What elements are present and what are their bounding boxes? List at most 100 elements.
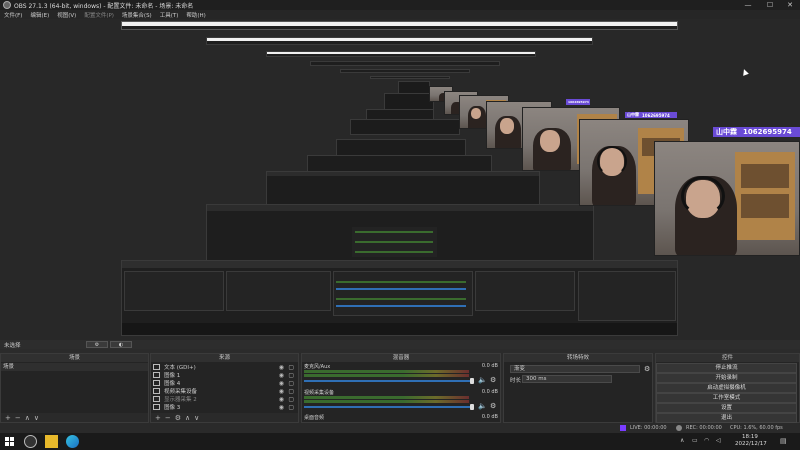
file-explorer-icon[interactable] (45, 435, 58, 448)
edge-browser-icon[interactable] (66, 435, 79, 448)
tray-wifi-icon[interactable]: ◠ (704, 437, 709, 444)
transition-select[interactable]: 渐变 (510, 365, 640, 373)
lock-icon[interactable]: ▢ (288, 364, 294, 371)
overlay-badge-small: 1062695974 (566, 99, 590, 105)
channel-gear-icon[interactable]: ⚙ (490, 402, 496, 410)
exit-button[interactable]: 退出 (656, 413, 797, 423)
lock-icon[interactable]: ▢ (288, 372, 294, 379)
visibility-eye-icon[interactable]: ◉ (279, 388, 284, 395)
source-label: 文本 (GDI+) (164, 365, 196, 371)
tray-chevron-icon[interactable]: ∧ (680, 437, 684, 444)
volume-slider-knob[interactable] (470, 378, 474, 384)
scenes-footer: + − ∧ ∨ (1, 413, 148, 422)
move-up-scene-button[interactable]: ∧ (25, 414, 30, 422)
source-item[interactable]: 图像 4 ◉ ▢ (153, 379, 296, 387)
start-virtual-camera-button[interactable]: 启动虚拟摄像机 (656, 383, 797, 393)
source-item[interactable]: 图像 1 ◉ ▢ (153, 371, 296, 379)
move-down-source-button[interactable]: ∨ (194, 414, 199, 422)
volume-slider[interactable] (304, 380, 472, 382)
clock-time[interactable]: 18:19 (742, 434, 758, 440)
obs-taskbar-icon[interactable] (24, 435, 37, 448)
overlay-id-large: 1062695974 (743, 128, 792, 136)
sources-footer: + − ⚙ ∧ ∨ (151, 413, 298, 422)
remove-source-button[interactable]: − (165, 414, 171, 422)
visibility-eye-icon[interactable]: ◉ (279, 364, 284, 371)
visibility-eye-icon[interactable]: ◉ (279, 404, 284, 411)
source-label: 视频采集设备 (164, 389, 198, 395)
current-scene-label: 未选择 (4, 343, 21, 349)
sources-dock: 来源 文本 (GDI+) ◉ ▢ 图像 1 ◉ ▢ 图像 4 ◉ ▢ 视频采集设备 ◉ ▢ 显示… (150, 353, 299, 423)
start-recording-button[interactable]: 开始录制 (656, 373, 797, 383)
source-item[interactable]: 图像 3 ◉ ▢ (153, 403, 296, 411)
webcam-frame-7 (654, 141, 800, 256)
close-icon[interactable]: ✕ (780, 0, 800, 10)
transitions-dock: 转场特效 渐变 ⚙ 时长 300 ms (503, 353, 653, 423)
volume-slider[interactable] (304, 406, 472, 408)
lock-icon[interactable]: ▢ (288, 396, 294, 403)
source-item[interactable]: 视频采集设备 ◉ ▢ (153, 387, 296, 395)
visibility-eye-icon[interactable]: ◉ (279, 380, 284, 387)
menu-help[interactable]: 帮助(H) (186, 11, 205, 19)
transition-gear-icon[interactable]: ⚙ (644, 365, 650, 373)
lock-icon[interactable]: ▢ (288, 380, 294, 387)
add-scene-button[interactable]: + (5, 414, 11, 422)
scenes-dock: 场景 场景 + − ∧ ∨ (0, 353, 149, 423)
studio-mode-button[interactable]: 工作室模式 (656, 393, 797, 403)
scenes-title: 场景 (1, 354, 148, 362)
mixer-channel: 桌面音频 0.0 dB (304, 414, 498, 423)
menu-scene-collection[interactable]: 场景集合(S) (122, 11, 152, 19)
source-settings-gear-icon[interactable]: ⚙ (175, 414, 181, 422)
scene-item[interactable]: 场景 (1, 363, 148, 371)
overlay-badge-large: 山中霖 1062695974 (713, 127, 800, 137)
duration-label: 时长 (510, 378, 522, 384)
lock-icon[interactable]: ▢ (288, 404, 294, 411)
duration-input[interactable]: 300 ms (522, 375, 612, 383)
nested-window-15 (121, 260, 678, 336)
menu-view[interactable]: 视图(V) (57, 11, 76, 19)
add-source-button[interactable]: + (155, 414, 161, 422)
mixer-title: 混音器 (302, 354, 500, 362)
source-label: 图像 4 (164, 381, 181, 387)
notification-icon[interactable]: ▤ (780, 437, 787, 445)
nested-window-6 (370, 76, 450, 79)
sources-title: 来源 (151, 354, 298, 362)
source-item[interactable]: 文本 (GDI+) ◉ ▢ (153, 363, 296, 371)
maximize-icon[interactable]: ☐ (760, 0, 780, 10)
clock-date[interactable]: 2022/12/17 (735, 441, 767, 447)
lock-icon[interactable]: ▢ (288, 388, 294, 395)
minimize-icon[interactable]: — (738, 0, 758, 10)
cpu-fps: CPU: 1.6%, 60.00 fps (730, 425, 783, 431)
preview-canvas[interactable]: 1062695974 山中霖 1062695974 山中霖 1062695974 (0, 19, 800, 340)
speaker-icon[interactable]: 🔈 (478, 402, 487, 410)
channel-gear-icon[interactable]: ⚙ (490, 376, 496, 384)
stop-streaming-button[interactable]: 停止推流 (656, 363, 797, 373)
speaker-icon[interactable]: 🔈 (478, 376, 487, 384)
visibility-eye-icon[interactable]: ◉ (279, 372, 284, 379)
volume-slider-knob[interactable] (470, 404, 474, 410)
mixer-dock: 混音器 麦克风/Aux 0.0 dB 🔈 ⚙ 视频采集设备 0.0 dB 🔈 ⚙… (301, 353, 501, 423)
filters-button[interactable]: ◐ (110, 341, 132, 348)
title-bar: OBS 27.1.3 (64-bit, windows) - 配置文件: 未命名… (0, 0, 800, 10)
source-item[interactable]: 显示器采集 2 ◉ ▢ (153, 395, 296, 403)
menu-tools[interactable]: 工具(T) (160, 11, 179, 19)
menu-file[interactable]: 文件(F) (4, 11, 22, 19)
properties-button[interactable]: ⚙ (86, 341, 108, 348)
menu-profile[interactable]: 配置文件(P) (84, 11, 114, 19)
taskbar: ∧ ▭ ◠ ◁ 18:19 2022/12/17 ▤ (0, 433, 800, 450)
mixer-channel: 麦克风/Aux 0.0 dB 🔈 ⚙ (304, 363, 498, 389)
tray-network-icon[interactable]: ▭ (692, 437, 698, 444)
level-meter (304, 396, 469, 399)
windows-start-icon[interactable] (5, 437, 14, 446)
nested-window-5 (340, 69, 470, 73)
settings-button[interactable]: 设置 (656, 403, 797, 413)
source-label: 图像 1 (164, 373, 181, 379)
visibility-eye-icon[interactable]: ◉ (279, 396, 284, 403)
move-up-source-button[interactable]: ∧ (185, 414, 190, 422)
level-meter (304, 400, 469, 403)
mouse-cursor-icon (741, 68, 749, 76)
move-down-scene-button[interactable]: ∨ (34, 414, 39, 422)
tray-volume-icon[interactable]: ◁ (716, 437, 721, 444)
menu-edit[interactable]: 编辑(E) (30, 11, 49, 19)
channel-name: 麦克风/Aux (304, 364, 331, 370)
remove-scene-button[interactable]: − (15, 414, 21, 422)
